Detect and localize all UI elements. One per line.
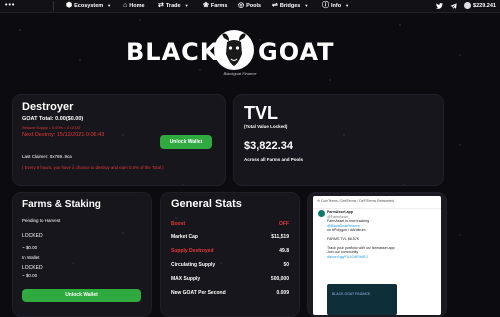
stats-row-label: MAX Supply: [171, 276, 201, 282]
nav-item-label: Trade: [165, 2, 181, 9]
nav-item-label: Ecosystem: [74, 2, 104, 9]
telegram-icon[interactable]: [450, 2, 457, 9]
next-destroy-value: 15/12/2021 0:06:43: [56, 132, 105, 138]
farms-title: Farms & Staking: [22, 199, 101, 210]
twitter-icon[interactable]: [436, 2, 444, 9]
next-destroy-label: Next Destroy:: [22, 132, 56, 138]
general-stats-card: General Stats Boost OFF Market Cap $11,5…: [160, 192, 300, 317]
last-claimer: Last Claimer: 0x769..9ca: [22, 154, 72, 159]
nav-item-label: Bridges: [279, 2, 301, 9]
goat-total: GOAT Total: 0.00($0.00): [22, 116, 83, 122]
goat-total-label: GOAT Total:: [22, 116, 54, 122]
nav-item-label: Farms: [210, 2, 228, 9]
stats-row-label: Boost: [171, 221, 186, 227]
tvl-card: TVL (Total Value Locked) $3,822.34 Acros…: [233, 94, 444, 186]
goat-head-icon: [214, 30, 254, 70]
tweet-body: FarmAsset.app @FarmAsset_ FarmAsset is n…: [327, 210, 427, 259]
destroyer-title: Destroyer: [22, 101, 74, 113]
chevron-down-icon: ▼: [184, 3, 189, 8]
bridges-icon: ⇌: [272, 2, 278, 9]
chevron-down-icon: ▼: [107, 3, 112, 8]
in-wallet-label: In Wallet: [22, 255, 40, 260]
tweet-image-label: BLACK GOAT FINANCE: [332, 292, 371, 296]
logo-tagline: Blackgoat Finance: [223, 71, 257, 76]
tweet-tvl-line: FARMS TVL $8.57K: [327, 236, 360, 241]
pools-icon: ◎: [238, 2, 245, 9]
wallet-locked-text: LOCKED: [22, 265, 43, 271]
pending-harvest-label: Pending to Harvest: [22, 218, 61, 223]
twitter-embed[interactable]: ⟲ CoinTerms / DefiTerms / DeFiTerms Retw…: [313, 196, 441, 315]
nav-divider: [53, 1, 54, 11]
reduce-supply-text: Reduce Supply = 0.00% = 0 GOAT: [22, 126, 81, 130]
destroyer-note: ( Every 8 hours, you have a chance to de…: [22, 165, 164, 170]
card-background: [161, 193, 299, 316]
pending-value: ~ $0.00: [22, 245, 38, 250]
pending-locked-text: LOCKED: [22, 233, 43, 239]
stats-row-value: $11,519: [271, 234, 289, 240]
avatar[interactable]: [318, 210, 325, 217]
stats-title: General Stats: [171, 198, 242, 210]
ecosystem-icon: ⬢: [66, 2, 73, 9]
tvl-value: $3,822.34: [244, 140, 293, 152]
farms-icon: ❀: [203, 2, 209, 9]
stats-row-label: Market Cap: [171, 234, 198, 240]
wallet-value: ~ $0.00: [22, 273, 38, 278]
tweet-line: on #Polygon / #Arbitrum: [327, 228, 366, 233]
retweet-header-text: CoinTerms / DefiTerms / DeFiTerms Retwee…: [320, 199, 394, 203]
nav-item-info[interactable]: ⓘ Info ▼: [322, 2, 349, 9]
goat-price-value: $229.241: [473, 2, 496, 9]
goat-total-value: 0.00($0.00): [55, 116, 84, 122]
last-claimer-value: 0x769..9ca: [49, 154, 72, 159]
nav-item-label: Pools: [246, 2, 262, 9]
chevron-down-icon: ▼: [345, 3, 350, 8]
tvl-title: TVL: [244, 103, 278, 123]
goat-price: $229.241: [464, 2, 496, 9]
stats-row-label: Supply Destroyed: [171, 248, 214, 254]
chevron-down-icon: ▼: [304, 3, 309, 8]
farms-unlock-wallet-button[interactable]: Unlock Wallet: [22, 289, 141, 302]
last-claimer-label: Last Claimer:: [22, 154, 49, 159]
nav-item-bridges[interactable]: ⇌ Bridges ▼: [272, 2, 308, 9]
goat-coin-icon: [464, 2, 472, 9]
nav-item-home[interactable]: ⌂ Home: [123, 2, 145, 9]
nav-right: $229.241: [436, 2, 496, 9]
next-destroy: Next Destroy: 15/12/2021 0:06:43: [22, 132, 104, 138]
stats-row-value: 0.009: [276, 290, 289, 296]
nav-item-pools[interactable]: ◎ Pools: [238, 2, 261, 9]
home-icon: ⌂: [123, 2, 128, 9]
stats-row-value: 50: [283, 262, 289, 268]
nav-item-trade[interactable]: ⇄ Trade ▼: [158, 2, 189, 9]
tweet-image[interactable]: BLACK GOAT FINANCE: [327, 284, 397, 315]
top-nav: ••• ⬢ Ecosystem ▼ ⌂ Home ⇄ Trade ▼ ❀ Far…: [0, 0, 500, 13]
black-goat-logo: BLACK GOAT Blackgoat Finance: [126, 28, 376, 80]
stats-row-label: New GOAT Per Second: [171, 290, 226, 296]
info-icon: ⓘ: [322, 2, 329, 9]
tvl-caption: Across all Farms and Pools: [244, 157, 304, 162]
more-menu-icon[interactable]: •••: [5, 2, 15, 9]
stats-row-value: OFF: [279, 221, 289, 227]
nav-item-label: Info: [331, 2, 342, 9]
stats-row-value: 49.8: [279, 248, 289, 254]
logo-word-goat: GOAT: [258, 38, 335, 66]
tvl-subtitle: (Total Value Locked): [244, 124, 288, 129]
trade-icon: ⇄: [158, 2, 164, 9]
nav-item-farms[interactable]: ❀ Farms: [203, 2, 227, 9]
tweet-discord-link[interactable]: discord.gg/FU1OdE9MEJ: [327, 255, 427, 260]
nav-item-ecosystem[interactable]: ⬢ Ecosystem ▼: [66, 2, 111, 9]
stats-row-value: 500,000: [270, 276, 289, 282]
stats-row-label: Circulating Supply: [171, 262, 216, 268]
farms-staking-card: Farms & Staking Pending to Harvest LOCKE…: [12, 192, 152, 317]
retweet-header: ⟲ CoinTerms / DefiTerms / DeFiTerms Retw…: [313, 196, 441, 209]
nav-item-label: Home: [129, 2, 145, 9]
destroyer-unlock-wallet-button[interactable]: Unlock Wallet: [160, 135, 212, 149]
logo-word-black: BLACK: [126, 38, 220, 66]
destroyer-card: Destroyer GOAT Total: 0.00($0.00) Reduce…: [12, 94, 226, 186]
